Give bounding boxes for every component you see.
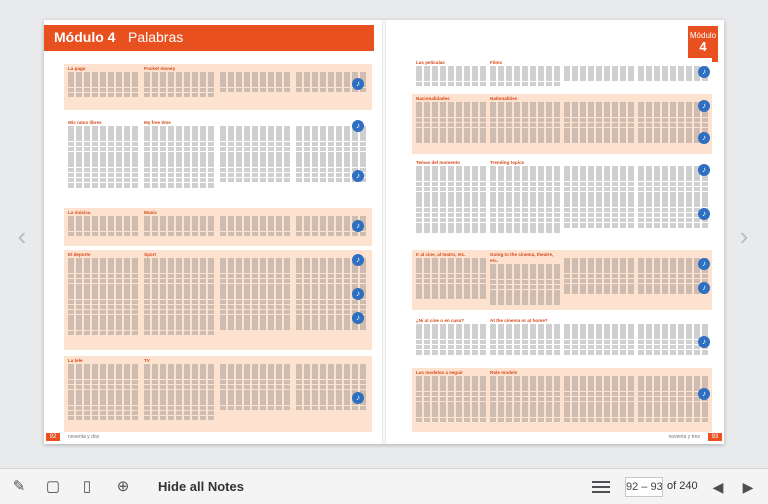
previous-page-icon[interactable]: ◀ (710, 478, 726, 496)
section-la-tele: La tele TV (64, 356, 372, 432)
audio-speaker-icon[interactable]: ♪ (352, 392, 364, 404)
footer-left: noventa y dos (68, 434, 100, 440)
zoom-in-icon[interactable]: ⊕ (114, 478, 132, 496)
book-viewer: ‹ › Módulo 4 Palabras La paga Pocket mon… (0, 0, 768, 468)
module-title: Palabras (128, 29, 184, 45)
audio-speaker-icon[interactable]: ♪ (698, 132, 710, 144)
audio-speaker-icon[interactable]: ♪ (352, 120, 364, 132)
audio-speaker-icon[interactable]: ♪ (352, 288, 364, 300)
audio-speaker-icon[interactable]: ♪ (698, 258, 710, 270)
note-icon[interactable]: ▢ (44, 478, 62, 496)
prev-spread-arrow-icon[interactable]: ‹ (14, 222, 30, 250)
audio-speaker-icon[interactable]: ♪ (698, 388, 710, 400)
section-la-musica: La música Music (64, 208, 372, 246)
footer-right: noventa y tres (668, 434, 700, 440)
bottom-toolbar: ✎ ▢ ▯ ⊕ Hide all Notes of 240 ◀ ▶ (0, 468, 768, 504)
audio-speaker-icon[interactable]: ♪ (698, 66, 710, 78)
section-heading-en: Going to the cinema, theatre, etc. (490, 252, 554, 263)
audio-speaker-icon[interactable]: ♪ (698, 164, 710, 176)
hide-all-notes-button[interactable]: Hide all Notes (158, 479, 244, 494)
section-el-deporte: El deporte Sport (64, 250, 372, 350)
audio-speaker-icon[interactable]: ♪ (352, 170, 364, 182)
audio-speaker-icon[interactable]: ♪ (352, 254, 364, 266)
module-label: Módulo 4 (54, 29, 116, 45)
next-spread-arrow-icon[interactable]: › (736, 222, 752, 250)
module-tab: Módulo 4 (688, 26, 718, 62)
page-total-label: of 240 (667, 480, 698, 492)
module-header: Módulo 4 Palabras (44, 25, 374, 51)
audio-speaker-icon[interactable]: ♪ (352, 312, 364, 324)
audio-speaker-icon[interactable]: ♪ (698, 208, 710, 220)
module-tab-number: 4 (699, 39, 707, 54)
audio-speaker-icon[interactable]: ♪ (352, 78, 364, 90)
section-las-peliculas: Las películas Films (412, 58, 712, 88)
list-icon[interactable] (592, 478, 610, 496)
section-temas-del-momento: Temas del momento Trending topics (412, 158, 712, 246)
section-mis-ratos-libres: Mis ratos libres My free time (64, 118, 372, 202)
book-spread: Módulo 4 Palabras La paga Pocket money ♪… (44, 20, 724, 444)
page-number-right: 93 (708, 433, 722, 441)
section-cine-o-casa: ¿Ni al cine o en casa? At the cinema or … (412, 316, 712, 364)
document-icon[interactable]: ▯ (78, 478, 96, 496)
section-nacionalidades: Nacionalidades Nationalities (412, 94, 712, 154)
audio-speaker-icon[interactable]: ♪ (698, 282, 710, 294)
left-page: Módulo 4 Palabras La paga Pocket money ♪… (44, 20, 384, 444)
pencil-icon[interactable]: ✎ (10, 478, 28, 496)
page-number-left: 92 (46, 433, 60, 441)
section-la-paga: La paga Pocket money (64, 64, 372, 110)
right-page: Módulo 4 Las películas Films ♪ Nacionali… (384, 20, 724, 444)
audio-speaker-icon[interactable]: ♪ (698, 100, 710, 112)
audio-speaker-icon[interactable]: ♪ (352, 220, 364, 232)
audio-speaker-icon[interactable]: ♪ (698, 336, 710, 348)
section-modelos-a-seguir: Las modelos a seguir Role models (412, 368, 712, 432)
next-page-icon[interactable]: ▶ (740, 478, 756, 496)
section-ir-al-cine: Ir al cine, al teatro, etc. Going to the… (412, 250, 712, 310)
page-number-input[interactable] (625, 477, 663, 497)
